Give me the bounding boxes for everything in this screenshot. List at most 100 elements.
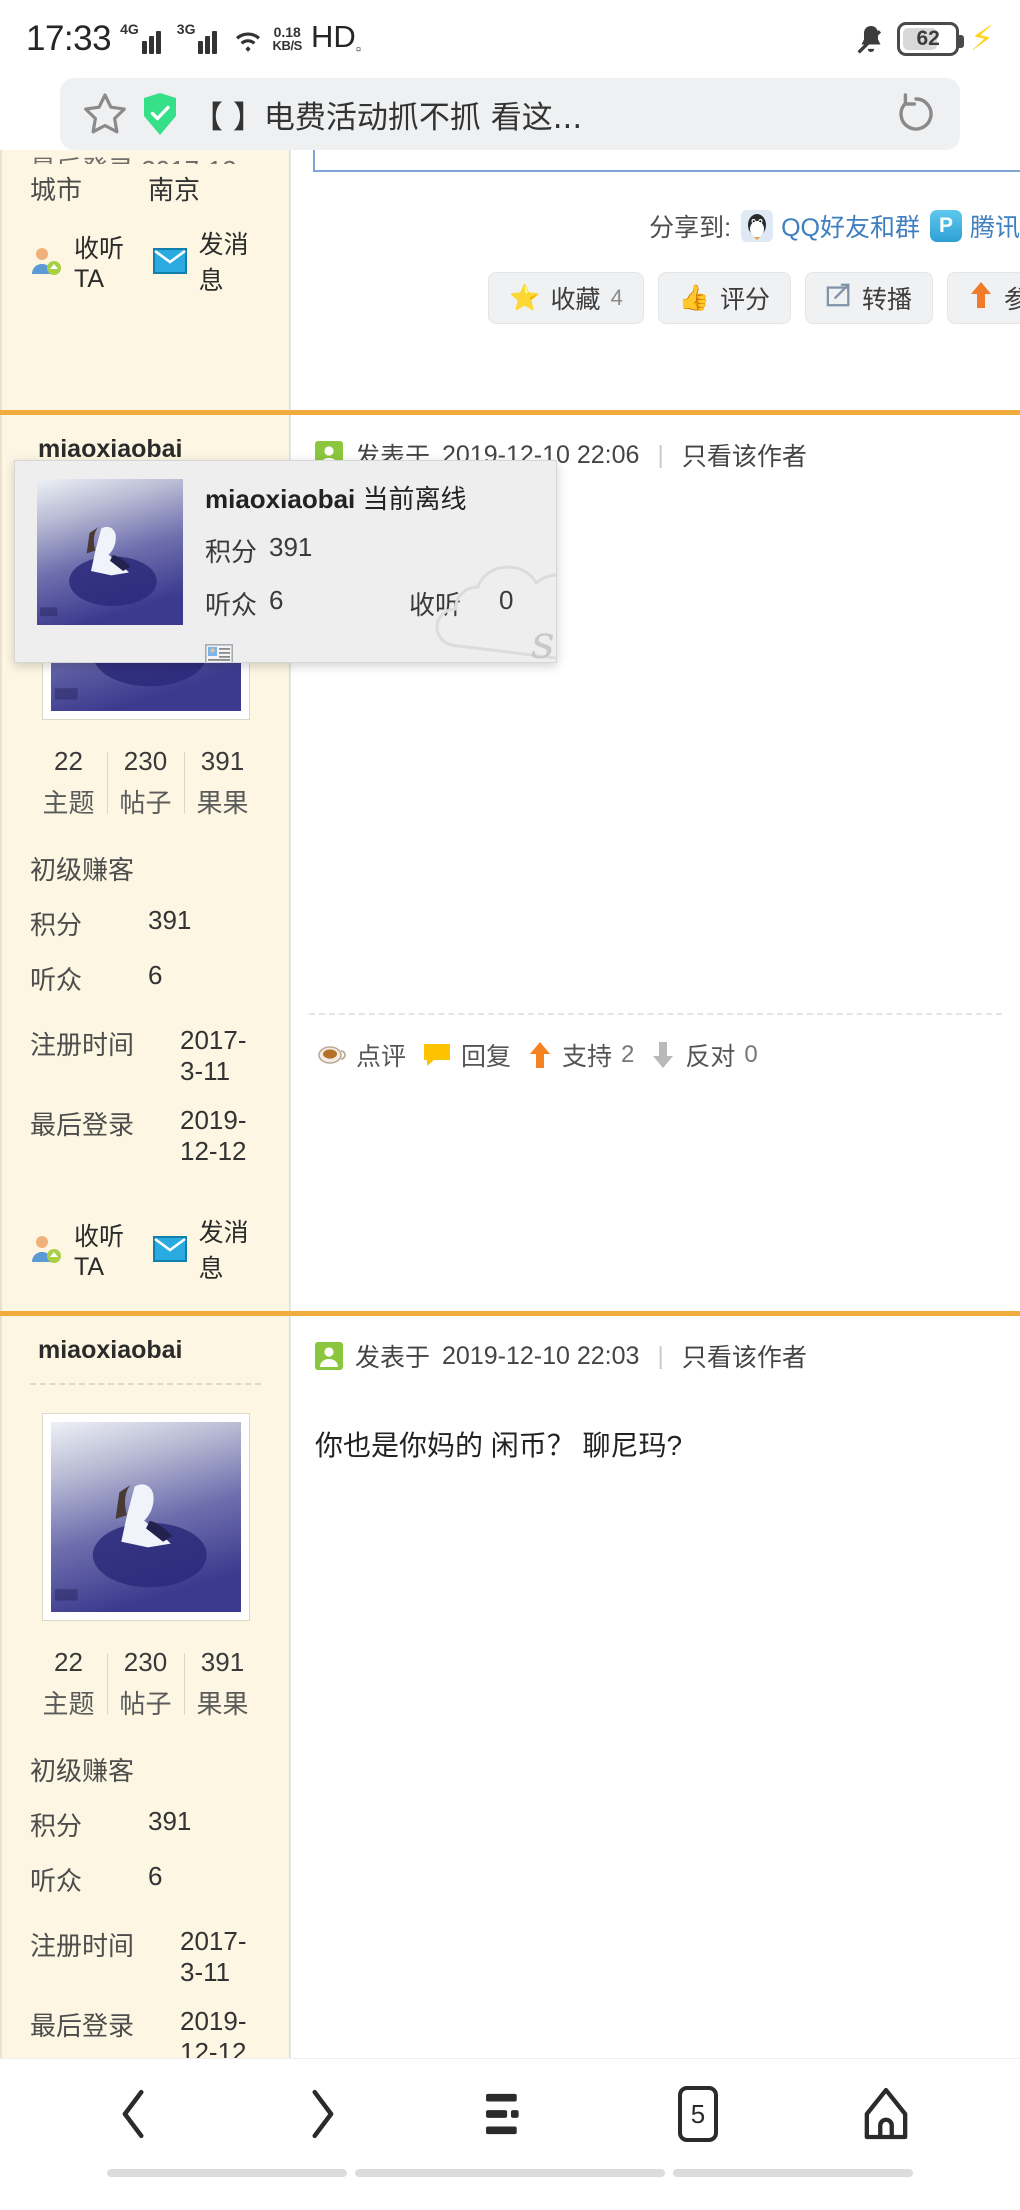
field-last-login-label: 最后登录 bbox=[30, 2011, 135, 2041]
field-listeners-label: 听众 bbox=[30, 965, 83, 995]
clipped-last-login: 最后登录 2017-12-31 bbox=[30, 150, 261, 164]
stat-topics-num: 22 bbox=[54, 1647, 83, 1677]
field-listeners: 听众 6 bbox=[30, 960, 261, 997]
hover-card-status: 当前离线 bbox=[362, 484, 467, 514]
send-message-icon[interactable] bbox=[152, 248, 187, 274]
city-field: 城市 南京 bbox=[30, 170, 261, 207]
battery-indicator: 62 bbox=[897, 22, 965, 56]
field-register-date: 注册时间 2017-3-11 bbox=[30, 1025, 261, 1087]
share-target-qq-label[interactable]: QQ好友和群 bbox=[781, 208, 920, 244]
forward-button[interactable] bbox=[290, 2082, 354, 2146]
stat-topics: 22 主题 bbox=[30, 1647, 107, 1721]
follow-user-icon[interactable] bbox=[30, 246, 62, 276]
svg-text:secret: secret bbox=[531, 615, 557, 663]
post-author-name[interactable]: miaoxiaobai bbox=[30, 1316, 261, 1383]
network-speed-unit: KB/S bbox=[272, 38, 302, 53]
hover-card-username[interactable]: miaoxiaobai bbox=[205, 484, 355, 514]
network-type-label-1: 4G bbox=[120, 21, 139, 37]
field-last-login: 最后登录 2019-12-12 bbox=[30, 1105, 261, 1167]
post-sidebar: miaoxiaobai 22 主题 230 帖子 391 果果 初级赚客 积分 … bbox=[0, 1316, 290, 2058]
support-label[interactable]: 支持 bbox=[562, 1037, 612, 1073]
field-listeners-label: 听众 bbox=[30, 1866, 83, 1896]
web-page-viewport[interactable]: 最后登录 2017-12-31 城市 南京 收听TA bbox=[0, 150, 1020, 2058]
send-message-icon[interactable] bbox=[152, 1236, 187, 1262]
field-points-label: 积分 bbox=[30, 1811, 83, 1841]
oppose-count: 0 bbox=[744, 1041, 758, 1068]
favorite-button[interactable]: ⭐ 收藏 4 bbox=[488, 272, 644, 324]
favorite-label[interactable]: 收藏 bbox=[551, 280, 601, 316]
field-points-label: 积分 bbox=[30, 910, 83, 940]
post-main: 发表于 2019-12-10 22:03 | 只看该作者 你也是你妈的 闲币？ … bbox=[290, 1316, 1020, 2058]
share-arrow-icon bbox=[826, 282, 852, 315]
signal-bars-1: 4G bbox=[120, 21, 168, 54]
user-hover-card[interactable]: miaoxiaobai 当前离线 积分 391 听众 6 收听 0 s bbox=[14, 460, 557, 663]
back-button[interactable] bbox=[102, 2082, 166, 2146]
pengyou-icon: P bbox=[929, 210, 962, 242]
oppose-label[interactable]: 反对 bbox=[685, 1037, 735, 1073]
hover-card-points-label: 积分 bbox=[205, 537, 258, 567]
comment-label[interactable]: 点评 bbox=[356, 1037, 406, 1073]
hover-card-points-row: 积分 391 bbox=[205, 532, 556, 569]
support-action[interactable]: 支持 2 bbox=[527, 1037, 634, 1073]
tabs-button[interactable]: 5 bbox=[666, 2082, 730, 2146]
send-message-label[interactable]: 发消息 bbox=[199, 225, 261, 297]
hover-card-body: miaoxiaobai 当前离线 积分 391 听众 6 收听 0 s bbox=[183, 479, 556, 662]
menu-button[interactable] bbox=[478, 2082, 542, 2146]
city-label: 城市 bbox=[30, 175, 83, 205]
star-icon[interactable] bbox=[82, 91, 128, 137]
id-card-icon[interactable] bbox=[205, 644, 233, 662]
qq-icon bbox=[741, 210, 774, 242]
stat-fruits: 391 果果 bbox=[184, 1647, 261, 1721]
reload-icon[interactable] bbox=[894, 92, 938, 136]
network-speed-value: 0.18 bbox=[273, 24, 301, 40]
post-time: 2019-12-10 22:03 bbox=[442, 1341, 640, 1370]
shield-check-icon[interactable] bbox=[142, 91, 178, 137]
field-register-date-label: 注册时间 bbox=[30, 1931, 135, 1961]
post-footer-actions: 点评 回复 支持 2 反对 0 bbox=[309, 1013, 1002, 1095]
repost-button[interactable]: 转播 bbox=[804, 272, 933, 324]
share-target-pengyou-label[interactable]: 腾讯 bbox=[970, 208, 1020, 244]
field-register-date-value: 2017-3-11 bbox=[180, 1025, 247, 1086]
support-label-partial[interactable]: 参 bbox=[1004, 280, 1020, 316]
comment-action[interactable]: 点评 bbox=[317, 1037, 406, 1073]
reply-editor-box[interactable] bbox=[313, 150, 1020, 172]
divider bbox=[30, 1383, 261, 1385]
user-actions-top: 收听TA 发消息 bbox=[30, 225, 261, 323]
hover-card-listeners-row: 听众 6 收听 0 bbox=[205, 585, 556, 622]
hd-label: HD▫ bbox=[310, 19, 362, 59]
share-target-qq[interactable]: QQ好友和群 bbox=[741, 208, 920, 244]
only-author-link[interactable]: 只看该作者 bbox=[682, 437, 807, 473]
network-type-label-2: 3G bbox=[176, 21, 196, 37]
separator: | bbox=[657, 1341, 664, 1370]
send-message-label[interactable]: 发消息 bbox=[199, 1213, 261, 1285]
avatar[interactable] bbox=[41, 1413, 250, 1621]
reply-label[interactable]: 回复 bbox=[461, 1037, 511, 1073]
field-points: 积分 391 bbox=[30, 1806, 261, 1843]
user-stats: 22 主题 230 帖子 391 果果 bbox=[30, 746, 261, 820]
page-title[interactable]: 【 】电费活动抓不抓 看这... bbox=[192, 92, 880, 137]
home-button[interactable] bbox=[854, 2082, 918, 2146]
follow-user-icon[interactable] bbox=[30, 1234, 62, 1264]
share-target-pengyou[interactable]: P 腾讯 bbox=[929, 208, 1020, 244]
oppose-action[interactable]: 反对 0 bbox=[650, 1037, 758, 1073]
bell-muted-icon bbox=[856, 23, 886, 55]
address-bar[interactable]: 【 】电费活动抓不抓 看这... bbox=[60, 78, 960, 150]
rate-label[interactable]: 评分 bbox=[720, 280, 770, 316]
reply-action[interactable]: 回复 bbox=[422, 1037, 511, 1073]
hover-card-listeners-value: 6 bbox=[269, 585, 284, 615]
user-stats: 22 主题 230 帖子 391 果果 bbox=[30, 1647, 261, 1721]
avatar[interactable] bbox=[37, 479, 183, 625]
battery-percent: 62 bbox=[916, 27, 940, 50]
follow-user-label[interactable]: 收听TA bbox=[74, 1217, 141, 1282]
user-actions: 收听TA 发消息 bbox=[30, 1213, 261, 1311]
follow-user-label[interactable]: 收听TA bbox=[74, 229, 141, 294]
partial-post-top: 最后登录 2017-12-31 城市 南京 收听TA bbox=[0, 150, 1020, 560]
only-author-link[interactable]: 只看该作者 bbox=[682, 1338, 807, 1374]
rate-button[interactable]: 👍 评分 bbox=[657, 272, 791, 324]
repost-label[interactable]: 转播 bbox=[862, 280, 912, 316]
screen-root: 17:33 4G 3G 0.18 KB/S HD▫ 62 ⚡ 【 】电费活动抓不… bbox=[0, 0, 1020, 2210]
post-sidebar-top: 最后登录 2017-12-31 城市 南京 收听TA bbox=[0, 150, 290, 410]
stat-posts-num: 230 bbox=[123, 746, 168, 776]
field-listeners-value: 6 bbox=[148, 1861, 163, 1891]
support-button-partial[interactable]: 参 bbox=[946, 272, 1020, 324]
